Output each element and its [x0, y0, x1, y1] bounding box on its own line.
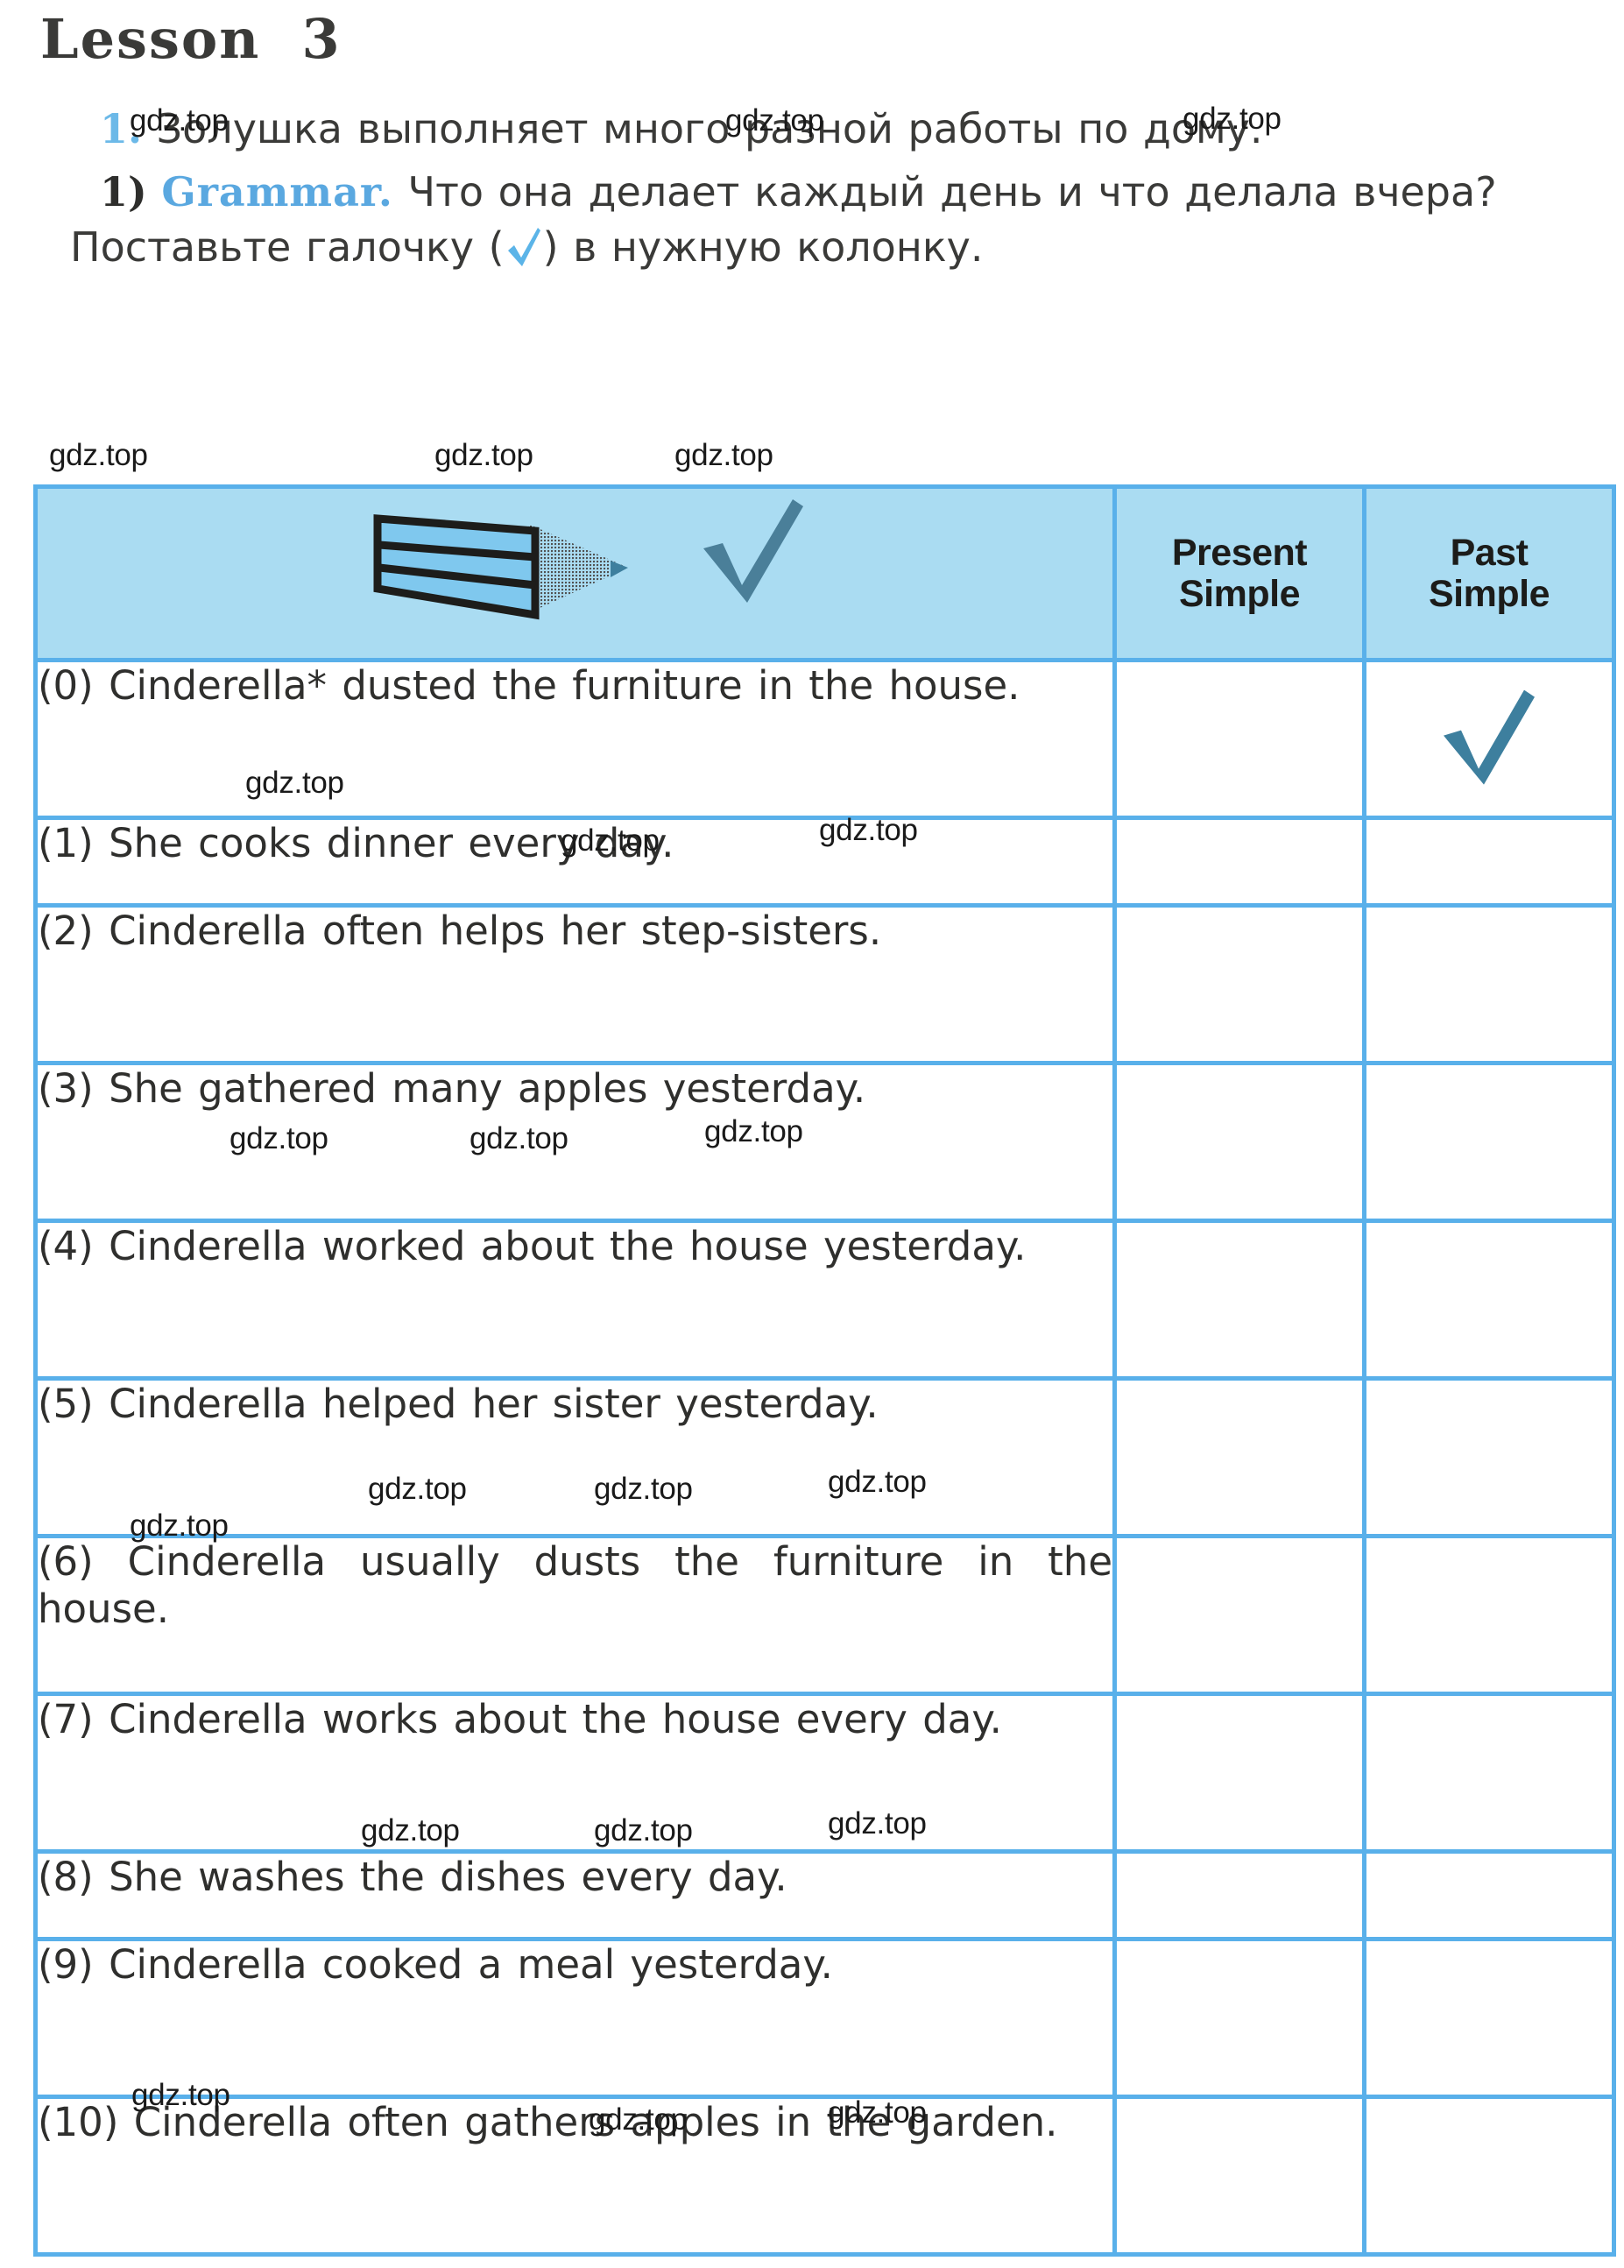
- past-simple-cell[interactable]: [1362, 1219, 1616, 1381]
- row-number: (7): [38, 1696, 94, 1742]
- row-sentence-cell: (8) She washes the dishes every day.: [33, 1849, 1117, 1941]
- table-row: (0) Cinderella* dusted the furniture in …: [33, 658, 1616, 820]
- table-row: (1) She cooks dinner every day.: [33, 816, 1616, 908]
- header-past-line2: Simple: [1429, 572, 1550, 615]
- page-title: Lesson 3: [40, 7, 342, 71]
- row-sentence-cell: (5) Cinderella helped her sister yesterd…: [33, 1376, 1117, 1538]
- exercise-table-wrapper: Present Simple Past Simple (0) Cinderell…: [33, 484, 1616, 2257]
- table-row: (2) Cinderella often helps her step-sist…: [33, 903, 1616, 1065]
- table-row: (10) Cinderella often gathers apples in …: [33, 2095, 1616, 2257]
- row-sentence: Cinderella usually dusts the furniture i…: [38, 1538, 1112, 1632]
- task-1-1-paragraph: 1) Grammar. Что она делает каждый день и…: [70, 168, 1620, 215]
- row-sentence: Cinderella worked about the house yester…: [109, 1223, 1027, 1269]
- present-simple-cell[interactable]: [1112, 1061, 1366, 1223]
- row-sentence: Cinderella helped her sister yesterday.: [109, 1381, 879, 1427]
- row-sentence: Cinderella* dusted the furniture in the …: [109, 662, 1020, 709]
- past-simple-cell[interactable]: [1362, 1692, 1616, 1854]
- row-number: (9): [38, 1941, 94, 1988]
- present-simple-cell[interactable]: [1112, 1937, 1366, 2099]
- watermark: gdz.top: [434, 438, 533, 472]
- row-number: (5): [38, 1381, 94, 1427]
- task-instruction-paragraph: Поставьте галочку ( ) в нужную колонку.: [70, 223, 1620, 271]
- table-row: (4) Cinderella worked about the house ye…: [33, 1219, 1616, 1381]
- instruction-text-after: ) в нужную колонку.: [542, 223, 984, 271]
- row-sentence-cell: (4) Cinderella worked about the house ye…: [33, 1219, 1117, 1381]
- row-sentence-cell: (10) Cinderella often gathers apples in …: [33, 2095, 1117, 2257]
- present-simple-cell[interactable]: [1112, 816, 1366, 908]
- row-number: (6): [38, 1538, 94, 1585]
- header-present-simple: Present Simple: [1112, 484, 1366, 662]
- row-sentence-cell: (9) Cinderella cooked a meal yesterday.: [33, 1937, 1117, 2099]
- task-1-paragraph: 1. Золушка выполняет много разной работы…: [70, 105, 1620, 152]
- task-question-text: Что она делает каждый день и что делала …: [407, 168, 1497, 216]
- row-sentence: Cinderella works about the house every d…: [109, 1696, 1002, 1742]
- row-sentence-cell: (0) Cinderella* dusted the furniture in …: [33, 658, 1117, 820]
- past-simple-cell[interactable]: [1362, 658, 1616, 820]
- row-number: (0): [38, 662, 94, 709]
- check-icon: [1438, 686, 1540, 788]
- task-intro-block: 1. Золушка выполняет много разной работы…: [70, 105, 1620, 278]
- instruction-text-before: Поставьте галочку (: [70, 223, 505, 271]
- row-number: (8): [38, 1854, 94, 1900]
- header-present-line2: Simple: [1179, 572, 1301, 615]
- row-sentence: Cinderella often gathers apples in the g…: [133, 2099, 1058, 2145]
- task-number: 1.: [100, 105, 143, 152]
- page-root: Lesson 3 1. Золушка выполняет много разн…: [0, 0, 1624, 2268]
- row-number: (4): [38, 1223, 94, 1269]
- past-simple-cell[interactable]: [1362, 2095, 1616, 2257]
- present-simple-cell[interactable]: [1112, 1849, 1366, 1941]
- present-simple-cell[interactable]: [1112, 1219, 1366, 1381]
- header-icon-cell: [33, 484, 1117, 662]
- watermark: gdz.top: [674, 438, 773, 472]
- row-number: (2): [38, 908, 94, 954]
- check-icon: [696, 494, 810, 608]
- table-row: (9) Cinderella cooked a meal yesterday.: [33, 1937, 1616, 2099]
- table-header-row: Present Simple Past Simple: [33, 484, 1616, 662]
- pencil-icon: [372, 508, 635, 639]
- table-row: (6) Cinderella usually dusts the furnitu…: [33, 1534, 1616, 1696]
- header-past-line1: Past: [1450, 532, 1529, 575]
- row-sentence: She washes the dishes every day.: [109, 1854, 787, 1900]
- row-number: (1): [38, 820, 94, 866]
- header-present-line1: Present: [1171, 532, 1308, 575]
- row-number: (10): [38, 2099, 119, 2145]
- subtask-number: 1): [100, 168, 147, 216]
- row-sentence-cell: (1) She cooks dinner every day.: [33, 816, 1117, 908]
- table-row: (3) She gathered many apples yesterday.: [33, 1061, 1616, 1223]
- row-sentence: She cooks dinner every day.: [109, 820, 674, 866]
- present-simple-cell[interactable]: [1112, 658, 1366, 820]
- table-row: (7) Cinderella works about the house eve…: [33, 1692, 1616, 1854]
- present-simple-cell[interactable]: [1112, 2095, 1366, 2257]
- present-simple-cell[interactable]: [1112, 903, 1366, 1065]
- header-icon-group: [38, 489, 1112, 658]
- past-simple-cell[interactable]: [1362, 903, 1616, 1065]
- check-icon: [505, 224, 543, 270]
- row-sentence: Cinderella often helps her step-sisters.: [109, 908, 882, 954]
- row-sentence: She gathered many apples yesterday.: [109, 1065, 866, 1112]
- present-simple-cell[interactable]: [1112, 1692, 1366, 1854]
- present-simple-cell[interactable]: [1112, 1534, 1366, 1696]
- watermark: gdz.top: [49, 438, 148, 472]
- row-number: (3): [38, 1065, 94, 1112]
- header-past-simple: Past Simple: [1362, 484, 1616, 662]
- past-simple-cell[interactable]: [1362, 1061, 1616, 1223]
- past-simple-cell[interactable]: [1362, 1376, 1616, 1538]
- past-simple-cell[interactable]: [1362, 1534, 1616, 1696]
- row-sentence-cell: (3) She gathered many apples yesterday.: [33, 1061, 1117, 1223]
- present-simple-cell[interactable]: [1112, 1376, 1366, 1538]
- row-sentence: Cinderella cooked a meal yesterday.: [109, 1941, 833, 1988]
- row-sentence-cell: (7) Cinderella works about the house eve…: [33, 1692, 1117, 1854]
- row-sentence-cell: (6) Cinderella usually dusts the furnitu…: [33, 1534, 1117, 1696]
- grammar-label: Grammar.: [161, 168, 393, 216]
- exercise-table: Present Simple Past Simple (0) Cinderell…: [33, 484, 1616, 2257]
- task-intro-text: Золушка выполняет много разной работы по…: [156, 105, 1263, 152]
- past-simple-cell[interactable]: [1362, 1849, 1616, 1941]
- row-sentence-cell: (2) Cinderella often helps her step-sist…: [33, 903, 1117, 1065]
- past-simple-cell[interactable]: [1362, 816, 1616, 908]
- past-simple-cell[interactable]: [1362, 1937, 1616, 2099]
- table-row: (8) She washes the dishes every day.: [33, 1849, 1616, 1941]
- table-row: (5) Cinderella helped her sister yesterd…: [33, 1376, 1616, 1538]
